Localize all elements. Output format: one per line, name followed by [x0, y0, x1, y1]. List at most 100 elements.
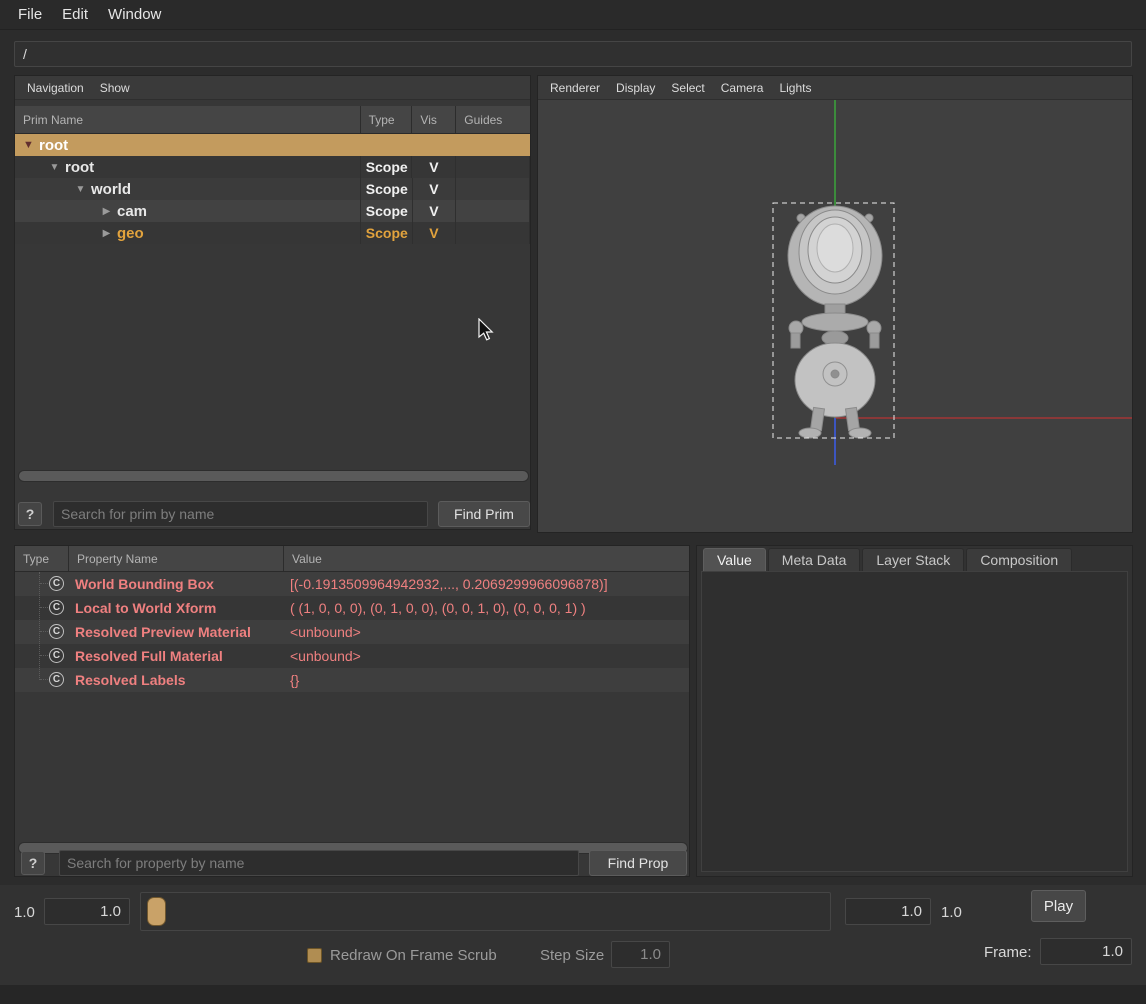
inspector-content — [701, 571, 1128, 872]
menu-display[interactable]: Display — [608, 79, 663, 97]
frame-slider-handle[interactable] — [147, 897, 166, 926]
computed-attribute-icon: C — [49, 648, 64, 663]
column-prop-name[interactable]: Property Name — [69, 546, 284, 571]
prim-name: cam — [114, 203, 147, 220]
property-name: Resolved Full Material — [69, 648, 284, 664]
menu-navigation[interactable]: Navigation — [19, 79, 92, 97]
menu-select[interactable]: Select — [663, 79, 712, 97]
prim-guides — [456, 222, 530, 244]
menu-lights[interactable]: Lights — [771, 79, 819, 97]
column-type[interactable]: Type — [361, 106, 413, 133]
tab-composition[interactable]: Composition — [966, 548, 1072, 571]
property-value: [(-0.1913509964942932,..., 0.20692999660… — [284, 576, 689, 592]
prim-name: geo — [114, 225, 144, 242]
frame-slider[interactable] — [140, 892, 831, 931]
column-prop-value[interactable]: Value — [284, 546, 689, 571]
tree-row-root-selected[interactable]: ▼ root — [15, 134, 530, 156]
range-end-label: 1.0 — [941, 904, 962, 921]
property-name: Local to World Xform — [69, 600, 284, 616]
play-button[interactable]: Play — [1031, 890, 1086, 922]
redraw-on-frame-scrub-checkbox[interactable] — [307, 948, 322, 963]
menu-window[interactable]: Window — [98, 2, 171, 27]
tab-layer-stack[interactable]: Layer Stack — [862, 548, 964, 571]
prim-name: root — [36, 137, 68, 154]
viewport-3d-scene[interactable] — [538, 100, 1132, 532]
property-name: World Bounding Box — [69, 576, 284, 592]
menu-show[interactable]: Show — [92, 79, 138, 97]
prim-browser-panel: Navigation Show Prim Name Type Vis Guide… — [14, 75, 531, 530]
tree-row-world[interactable]: ▼ world Scope V — [15, 178, 530, 200]
prim-vis-toggle[interactable]: V — [429, 203, 438, 219]
step-size-input[interactable] — [611, 941, 670, 968]
menu-renderer[interactable]: Renderer — [542, 79, 608, 97]
range-end-input[interactable] — [845, 898, 931, 925]
property-search-input[interactable] — [59, 850, 579, 876]
expand-collapse-icon[interactable]: ▼ — [73, 184, 88, 195]
property-row[interactable]: C Resolved Labels {} — [15, 668, 689, 692]
prim-type: Scope — [361, 181, 408, 197]
property-panel: Type Property Name Value C World Boundin… — [14, 545, 690, 877]
main-menubar: File Edit Window — [0, 0, 1146, 30]
window-footer — [0, 985, 1146, 1004]
expand-collapse-icon[interactable]: ▼ — [47, 162, 62, 173]
tree-row-root[interactable]: ▼ root Scope V — [15, 156, 530, 178]
robot-model — [788, 206, 882, 438]
inspector-tab-bar: Value Meta Data Layer Stack Composition — [697, 546, 1132, 571]
column-prop-type[interactable]: Type — [15, 546, 69, 571]
range-start-input[interactable] — [44, 898, 130, 925]
property-row[interactable]: C Local to World Xform ( (1, 0, 0, 0), (… — [15, 596, 689, 620]
prim-search-help-button[interactable]: ? — [18, 502, 42, 526]
step-size-label: Step Size — [540, 947, 604, 964]
find-prim-button[interactable]: Find Prim — [438, 501, 530, 527]
property-value: ( (1, 0, 0, 0), (0, 1, 0, 0), (0, 0, 1, … — [284, 600, 689, 616]
prim-guides — [456, 134, 530, 156]
prim-vis-toggle[interactable]: V — [429, 225, 438, 241]
property-value: {} — [284, 672, 689, 688]
find-prop-button[interactable]: Find Prop — [589, 850, 687, 876]
computed-attribute-icon: C — [49, 672, 64, 687]
computed-attribute-icon: C — [49, 576, 64, 591]
scrollbar-thumb[interactable] — [19, 471, 528, 481]
property-name: Resolved Preview Material — [69, 624, 284, 640]
usdview-window: File Edit Window Navigation Show Prim Na… — [0, 0, 1146, 1004]
expand-collapse-icon[interactable]: ▶ — [99, 206, 114, 217]
viewport-menubar: Renderer Display Select Camera Lights — [538, 76, 1132, 100]
menu-edit[interactable]: Edit — [52, 2, 98, 27]
property-name: Resolved Labels — [69, 672, 284, 688]
prim-panel-menubar: Navigation Show — [15, 76, 530, 100]
tree-row-cam[interactable]: ▶ cam Scope V — [15, 200, 530, 222]
prim-path-input[interactable] — [14, 41, 1132, 67]
prim-search-input[interactable] — [53, 501, 428, 527]
tree-row-geo[interactable]: ▶ geo Scope V — [15, 222, 530, 244]
expand-collapse-icon[interactable]: ▼ — [21, 139, 36, 151]
prim-guides — [456, 178, 530, 200]
column-guides[interactable]: Guides — [456, 106, 530, 133]
mouse-cursor — [478, 318, 494, 341]
prim-name: root — [62, 159, 94, 176]
property-list: C World Bounding Box [(-0.19135099649429… — [15, 572, 689, 692]
property-row[interactable]: C Resolved Preview Material <unbound> — [15, 620, 689, 644]
property-search-help-button[interactable]: ? — [21, 851, 45, 875]
prim-type: Scope — [361, 159, 408, 175]
prim-type: Scope — [361, 225, 408, 241]
tab-meta-data[interactable]: Meta Data — [768, 548, 861, 571]
prim-guides — [456, 200, 530, 222]
redraw-on-frame-scrub-label: Redraw On Frame Scrub — [330, 947, 497, 964]
prim-horizontal-scrollbar[interactable] — [18, 470, 529, 482]
prim-name: world — [88, 181, 131, 198]
tab-value[interactable]: Value — [703, 548, 766, 571]
property-row[interactable]: C Resolved Full Material <unbound> — [15, 644, 689, 668]
prim-tree-header: Prim Name Type Vis Guides — [15, 106, 530, 134]
frame-input[interactable] — [1040, 938, 1132, 965]
menu-file[interactable]: File — [8, 2, 52, 27]
property-row[interactable]: C World Bounding Box [(-0.19135099649429… — [15, 572, 689, 596]
property-header: Type Property Name Value — [15, 546, 689, 572]
column-vis[interactable]: Vis — [412, 106, 456, 133]
menu-camera[interactable]: Camera — [713, 79, 772, 97]
prim-vis-toggle[interactable]: V — [429, 159, 438, 175]
expand-collapse-icon[interactable]: ▶ — [99, 228, 114, 239]
column-prim-name[interactable]: Prim Name — [15, 106, 361, 133]
computed-attribute-icon: C — [49, 624, 64, 639]
range-start-label: 1.0 — [14, 904, 35, 921]
prim-vis-toggle[interactable]: V — [429, 181, 438, 197]
